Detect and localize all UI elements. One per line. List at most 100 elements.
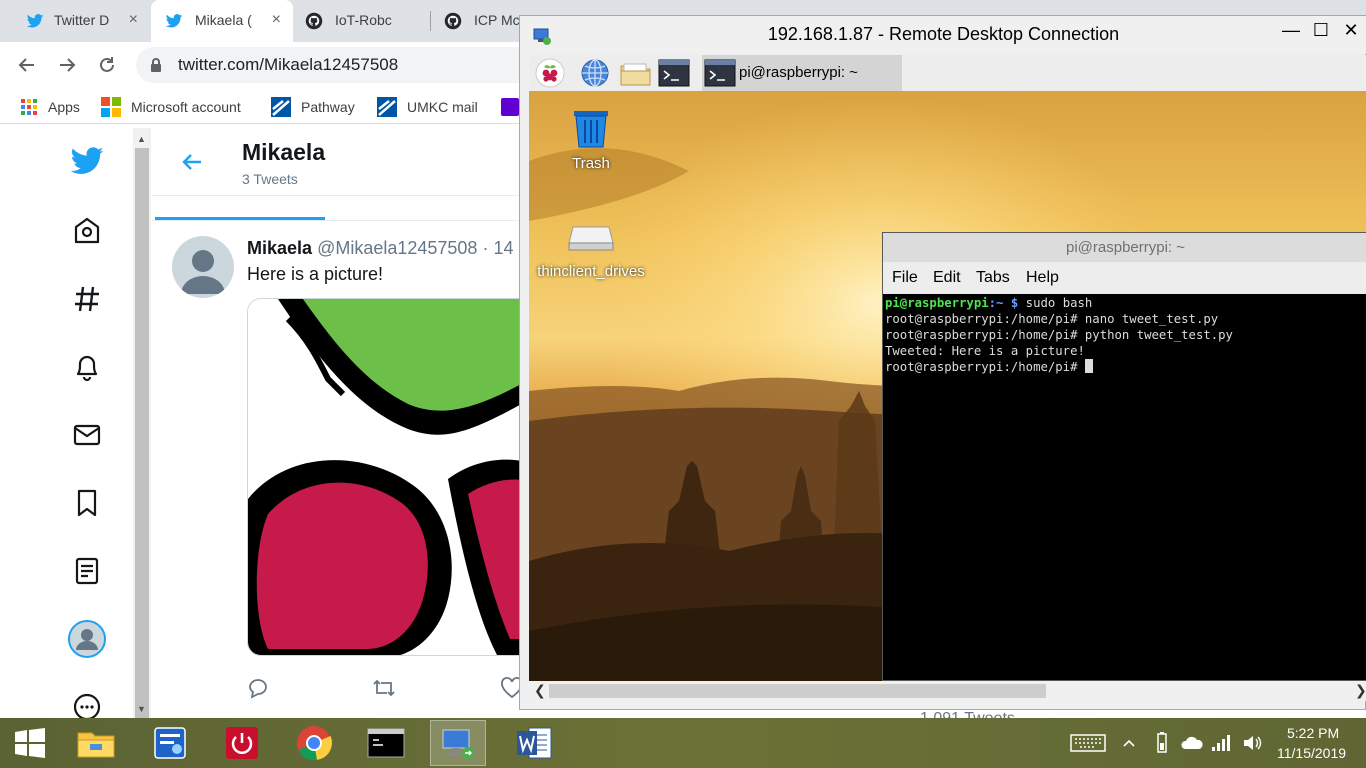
nav-bookmarks[interactable] (68, 484, 106, 522)
profile-icon (68, 620, 106, 658)
bookmark-apps[interactable]: Apps (20, 96, 80, 118)
file-explorer-icon (77, 732, 115, 758)
raspberry-menu-icon[interactable] (535, 58, 565, 88)
tweet-count: 3 Tweets (242, 171, 298, 187)
bookmark-label: UMKC mail (407, 99, 478, 115)
desktop-icon-label: thinclient_drives (537, 263, 645, 280)
nav-explore[interactable] (68, 280, 106, 318)
taskbar-file-explorer[interactable] (68, 720, 124, 766)
back-arrow-icon[interactable] (180, 150, 204, 174)
nav-messages[interactable] (68, 416, 106, 454)
clock-time[interactable]: 5:22 PM (1287, 725, 1339, 741)
close-icon[interactable]: × (272, 11, 281, 29)
file-manager-folder-icon[interactable] (619, 58, 653, 88)
menu-edit[interactable]: Edit (933, 269, 961, 287)
lists-icon (75, 557, 99, 585)
address-bar[interactable]: twitter.com/Mikaela12457508 (136, 47, 556, 83)
volume-icon[interactable] (1242, 733, 1264, 753)
web-browser-globe-icon[interactable] (580, 58, 610, 88)
nav-lists[interactable] (68, 552, 106, 590)
terminal-window[interactable]: pi@raspberrypi: ~ File Edit Tabs Help pi… (882, 232, 1366, 681)
arrow-left-icon (18, 58, 34, 72)
taskbar-word[interactable] (506, 720, 562, 766)
minimize-button[interactable]: — (1276, 20, 1306, 46)
reload-button[interactable] (94, 52, 120, 78)
terminal-output[interactable]: pi@raspberrypi:~ $ sudo bash root@raspber… (885, 295, 1365, 680)
scroll-right-icon[interactable]: ❯ (1355, 682, 1366, 699)
twitter-logo-link[interactable] (68, 142, 106, 180)
twitter-sidebar (0, 128, 132, 721)
onedrive-cloud-icon[interactable] (1180, 734, 1204, 752)
taskbar-chrome[interactable] (286, 720, 342, 766)
rdp-horizontal-scrollbar[interactable]: ❮ ❯ (529, 681, 1366, 701)
rdp-title: 192.168.1.87 - Remote Desktop Connection (767, 24, 1120, 44)
browser-tab-icp[interactable]: ICP Mc (432, 0, 522, 42)
tab-label: ICP Mc (474, 12, 520, 28)
terminal-titlebar[interactable]: pi@raspberrypi: ~ (883, 233, 1366, 262)
bookmark-pathway[interactable]: Pathway (271, 96, 355, 118)
tweet-image[interactable] (247, 298, 532, 656)
github-icon (444, 12, 462, 30)
scrollbar-thumb[interactable] (549, 684, 1046, 698)
desktop-icon-thinclient-drives[interactable]: thinclient_drives (536, 219, 646, 283)
scroll-left-icon[interactable]: ❮ (534, 682, 546, 699)
forward-button[interactable] (54, 52, 80, 78)
desktop-icon-trash[interactable]: Trash (536, 105, 646, 172)
taskbar-shutdown[interactable] (214, 720, 270, 766)
browser-tab-iot-robot[interactable]: IoT-Robc (293, 0, 428, 42)
bookmark-yahoo[interactable] (501, 96, 519, 118)
trash-icon (574, 111, 608, 148)
rdp-titlebar[interactable]: 192.168.1.87 - Remote Desktop Connection… (520, 16, 1366, 54)
taskbar-control-panel[interactable] (142, 720, 198, 766)
browser-tab-mikaela[interactable]: Mikaela ( × (151, 0, 293, 42)
nav-notifications[interactable] (68, 348, 106, 386)
tweet-author-handle[interactable]: @Mikaela12457508 · 14 (317, 238, 513, 258)
menu-help[interactable]: Help (1026, 269, 1059, 287)
messages-envelope-icon (73, 424, 101, 446)
network-signal-icon[interactable] (1210, 733, 1232, 753)
remote-desktop-icon (442, 729, 474, 759)
back-button[interactable] (14, 52, 40, 78)
twitter-icon (26, 14, 44, 28)
start-button[interactable] (2, 720, 58, 766)
terminal-icon (704, 59, 736, 87)
browser-tab-twitter[interactable]: Twitter D × (0, 0, 150, 42)
retweet-icon[interactable] (372, 676, 396, 700)
explore-hashtag-icon (75, 286, 99, 312)
shutdown-icon (226, 727, 258, 759)
scrollbar-thumb[interactable] (135, 148, 149, 748)
nav-home[interactable] (68, 212, 106, 250)
taskbar-remote-desktop[interactable] (430, 720, 486, 766)
terminal-line: pi@raspberrypi:~ $ sudo bash (885, 295, 1365, 311)
avatar[interactable] (172, 236, 234, 298)
menu-tabs[interactable]: Tabs (976, 269, 1010, 287)
taskbar-command-prompt[interactable] (358, 720, 414, 766)
pi-taskbar: pi@raspberrypi: ~ (529, 55, 1366, 91)
tweet-author-name[interactable]: Mikaela (247, 238, 312, 258)
prompt-path: :~ $ (988, 296, 1019, 310)
keyboard-icon[interactable] (1070, 733, 1106, 753)
terminal-menubar: File Edit Tabs Help (883, 262, 1366, 294)
tweet-text: Here is a picture! (247, 264, 384, 284)
microsoft-icon (101, 97, 121, 117)
close-icon[interactable]: × (129, 11, 138, 29)
tweet-author-line: Mikaela @Mikaela12457508 · 14 (247, 238, 513, 259)
raspberry-pi-logo-image (248, 299, 532, 655)
close-button[interactable]: ✕ (1336, 20, 1366, 46)
clock-date[interactable]: 11/15/2019 (1277, 745, 1346, 761)
battery-icon[interactable] (1153, 731, 1171, 755)
scroll-up-arrow-icon[interactable]: ▲ (137, 134, 146, 144)
nav-profile[interactable] (68, 620, 106, 658)
tray-chevron-up-icon[interactable] (1123, 738, 1135, 748)
reply-icon[interactable] (246, 676, 270, 700)
menu-file[interactable]: File (892, 269, 918, 287)
maximize-button[interactable]: ☐ (1306, 20, 1336, 46)
bookmark-microsoft-account[interactable]: Microsoft account (101, 96, 241, 118)
terminal-launcher-icon[interactable] (658, 58, 690, 88)
scroll-down-arrow-icon[interactable]: ▼ (137, 704, 146, 714)
pi-task-terminal[interactable]: pi@raspberrypi: ~ (702, 55, 902, 91)
page-scrollbar[interactable]: ▲ ▼ (133, 128, 151, 748)
pi-desktop: Trash thinclient_drives pi@raspberrypi: … (529, 91, 1366, 681)
profile-header: Mikaela 3 Tweets (152, 128, 532, 196)
bookmark-umkc-mail[interactable]: UMKC mail (377, 96, 478, 118)
